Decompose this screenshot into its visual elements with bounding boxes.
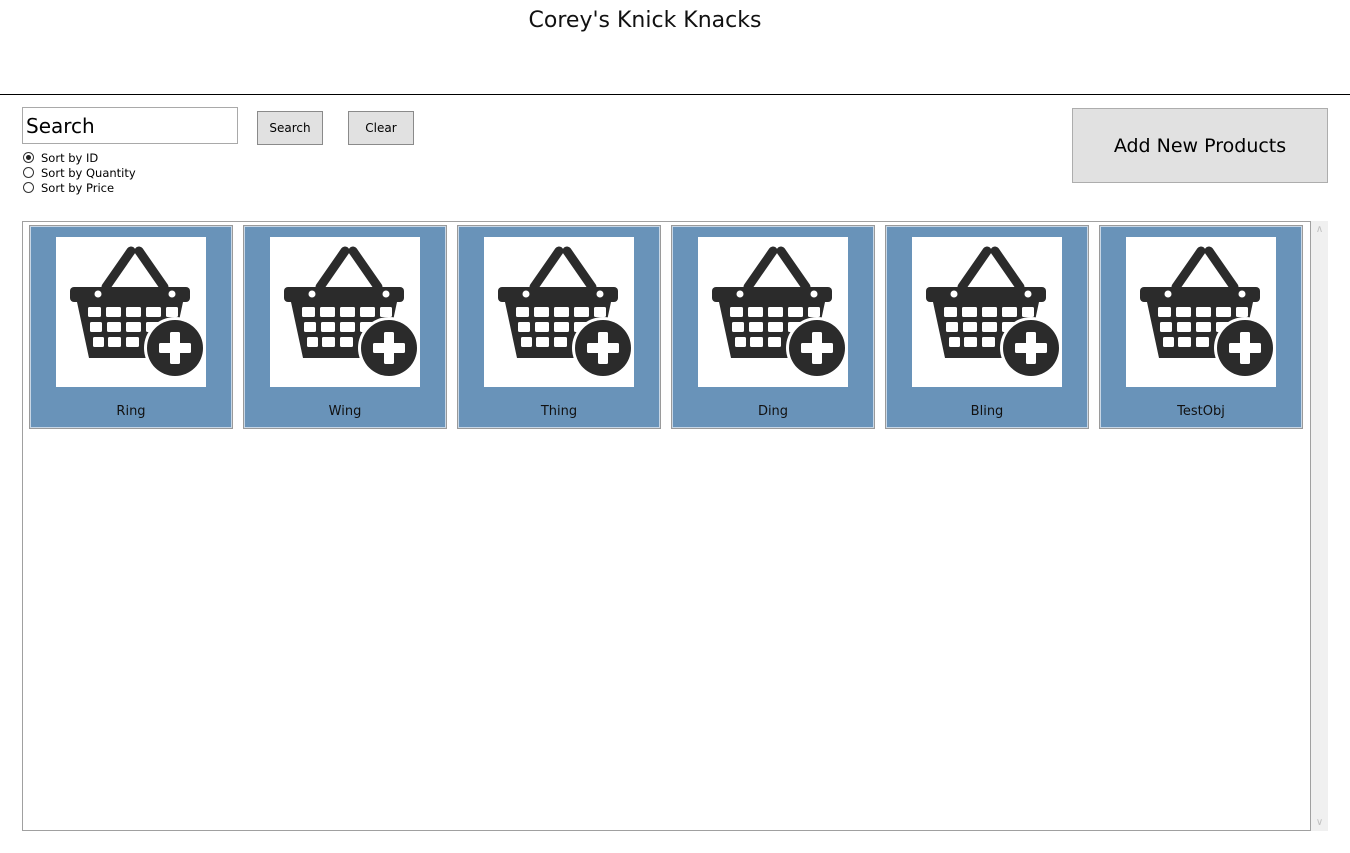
sort-by-quantity-label: Sort by Quantity bbox=[41, 165, 136, 180]
product-name: Wing bbox=[328, 404, 362, 419]
header-divider bbox=[0, 94, 1350, 95]
product-tile-wing[interactable]: Wing bbox=[243, 225, 447, 429]
product-tile-bling[interactable]: Bling bbox=[885, 225, 1089, 429]
product-tile-ring[interactable]: Ring bbox=[29, 225, 233, 429]
product-tile-thing[interactable]: Thing bbox=[457, 225, 661, 429]
basket-add-icon bbox=[698, 237, 848, 387]
product-name: Thing bbox=[540, 404, 578, 419]
sort-by-price-radio[interactable] bbox=[23, 182, 34, 193]
product-tile-testobj[interactable]: TestObj bbox=[1099, 225, 1303, 429]
product-list-panel: Ring Wing Thing Ding Bling TestObj bbox=[22, 221, 1311, 831]
basket-add-icon bbox=[484, 237, 634, 387]
product-name: TestObj bbox=[1177, 404, 1225, 419]
app-title: Corey's Knick Knacks bbox=[528, 8, 762, 33]
search-input[interactable] bbox=[22, 107, 238, 144]
clear-button[interactable]: Clear bbox=[348, 111, 414, 145]
scroll-up-arrow-icon[interactable]: ∧ bbox=[1311, 221, 1328, 238]
sort-by-id-option[interactable]: Sort by ID bbox=[23, 150, 136, 165]
sort-by-price-option[interactable]: Sort by Price bbox=[23, 180, 136, 195]
sort-by-price-label: Sort by Price bbox=[41, 180, 115, 195]
product-name: Bling bbox=[970, 404, 1004, 419]
basket-add-icon bbox=[270, 237, 420, 387]
sort-options: Sort by ID Sort by Quantity Sort by Pric… bbox=[23, 150, 136, 195]
sort-by-quantity-option[interactable]: Sort by Quantity bbox=[23, 165, 136, 180]
product-name: Ding bbox=[757, 404, 789, 419]
basket-add-icon bbox=[912, 237, 1062, 387]
product-name: Ring bbox=[116, 404, 146, 419]
sort-by-quantity-radio[interactable] bbox=[23, 167, 34, 178]
scroll-down-arrow-icon[interactable]: ∨ bbox=[1311, 814, 1328, 831]
basket-add-icon bbox=[56, 237, 206, 387]
add-new-products-button[interactable]: Add New Products bbox=[1072, 108, 1328, 183]
sort-by-id-label: Sort by ID bbox=[41, 150, 99, 165]
product-tile-ding[interactable]: Ding bbox=[671, 225, 875, 429]
sort-by-id-radio[interactable] bbox=[23, 152, 34, 163]
radio-selected-dot bbox=[26, 155, 31, 160]
basket-add-icon bbox=[1126, 237, 1276, 387]
search-button[interactable]: Search bbox=[257, 111, 323, 145]
vertical-scrollbar[interactable]: ∧ ∨ bbox=[1311, 221, 1328, 831]
